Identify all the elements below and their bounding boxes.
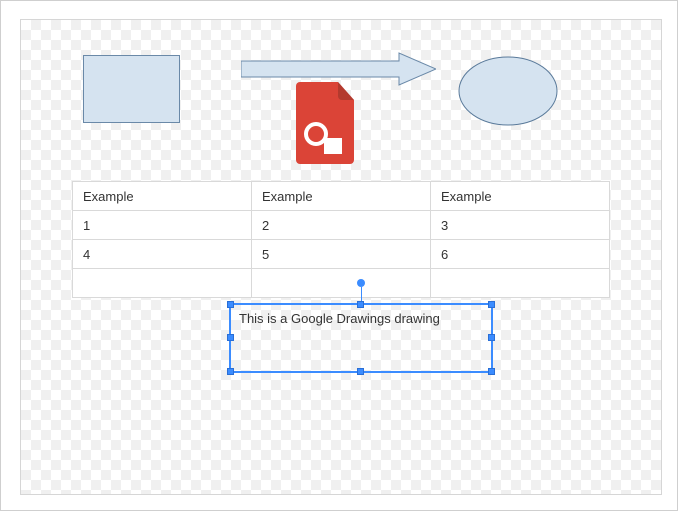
table-cell[interactable]: 3: [431, 211, 610, 240]
table-cell[interactable]: 2: [252, 211, 431, 240]
table-header-cell[interactable]: Example: [73, 182, 252, 211]
table-row: 4 5 6: [73, 240, 610, 269]
resize-handle-s[interactable]: [357, 368, 364, 375]
resize-handle-e[interactable]: [488, 334, 495, 341]
ellipse-shape[interactable]: [458, 56, 558, 126]
table-cell[interactable]: [73, 269, 252, 298]
table-header-row: Example Example Example: [73, 182, 610, 211]
google-drawings-icon[interactable]: [296, 82, 358, 164]
table-row: [73, 269, 610, 298]
table-cell[interactable]: [431, 269, 610, 298]
table-cell[interactable]: 4: [73, 240, 252, 269]
text-box-selected[interactable]: This is a Google Drawings drawing: [229, 303, 493, 373]
table-cell[interactable]: [252, 269, 431, 298]
text-box-content: This is a Google Drawings drawing: [239, 311, 440, 326]
resize-handle-se[interactable]: [488, 368, 495, 375]
table-row: 1 2 3: [73, 211, 610, 240]
resize-handle-ne[interactable]: [488, 301, 495, 308]
table-header-cell[interactable]: Example: [252, 182, 431, 211]
resize-handle-n[interactable]: [357, 301, 364, 308]
table-cell[interactable]: 1: [73, 211, 252, 240]
rotation-handle[interactable]: [357, 279, 365, 287]
resize-handle-w[interactable]: [227, 334, 234, 341]
resize-handle-nw[interactable]: [227, 301, 234, 308]
table-cell[interactable]: 6: [431, 240, 610, 269]
resize-handle-sw[interactable]: [227, 368, 234, 375]
example-table[interactable]: Example Example Example 1 2 3 4 5 6: [72, 181, 610, 298]
table-header-cell[interactable]: Example: [431, 182, 610, 211]
drawing-canvas[interactable]: Example Example Example 1 2 3 4 5 6: [20, 19, 662, 495]
rectangle-shape[interactable]: [83, 55, 180, 123]
table-cell[interactable]: 5: [252, 240, 431, 269]
